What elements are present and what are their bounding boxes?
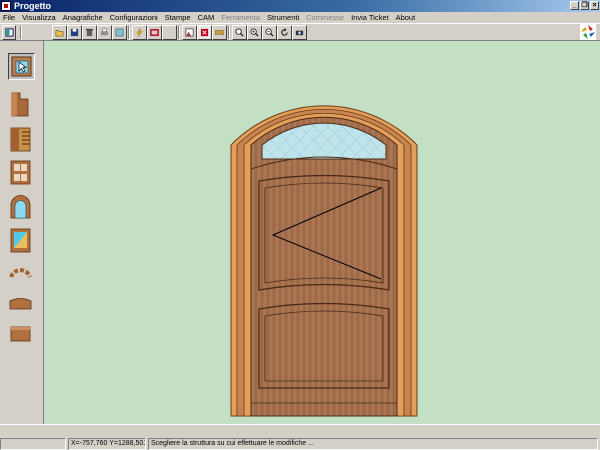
copy-icon	[115, 28, 124, 37]
curved-rail-icon	[9, 298, 32, 310]
zoom-fit-icon	[235, 28, 244, 37]
drawing-canvas[interactable]	[45, 41, 600, 424]
horizontal-scrollbar[interactable]	[0, 424, 600, 438]
print-button[interactable]	[97, 25, 112, 40]
door-leaf	[250, 116, 398, 417]
window-grid-icon	[10, 160, 31, 185]
save-button[interactable]	[67, 25, 82, 40]
status-bar: X=-757,760 Y=1288,501 Scegliere la strut…	[0, 438, 600, 450]
app-icon	[1, 1, 11, 11]
menu-file[interactable]: File	[0, 12, 19, 23]
status-coordinates: X=-757,760 Y=1288,501	[68, 438, 146, 450]
zoom-fit-button[interactable]	[232, 25, 247, 40]
restore-button[interactable]: ❐	[580, 1, 589, 10]
camera-button[interactable]	[292, 25, 307, 40]
blank-button[interactable]	[162, 25, 177, 40]
menu-bar: File Visualizza Anagrafiche Configurazio…	[0, 12, 600, 23]
layout-toggle-button[interactable]	[2, 25, 16, 40]
door-drawing	[230, 105, 418, 417]
frame-profile-icon	[11, 92, 29, 117]
toolbar-separator	[228, 26, 230, 39]
minimize-button[interactable]: _	[570, 1, 579, 10]
glass-panel-icon	[10, 228, 31, 253]
arch-window-tool[interactable]	[8, 193, 35, 220]
joint-profile-tool[interactable]	[8, 126, 35, 153]
status-empty-cell	[0, 438, 66, 450]
frame-red-icon	[150, 29, 159, 36]
toolbar-separator	[20, 26, 22, 39]
arc-piece-icon	[9, 268, 32, 278]
status-message: Scegliere la struttura su cui effettuare…	[148, 438, 598, 450]
arch-window-icon	[10, 195, 31, 219]
refresh-button[interactable]	[277, 25, 292, 40]
tool-panel	[0, 41, 44, 424]
save-icon	[70, 28, 79, 37]
window-title: Progetto	[14, 1, 51, 11]
menu-visualizza[interactable]: Visualizza	[19, 12, 60, 23]
layout-icon	[5, 28, 14, 37]
lightning-button[interactable]	[132, 25, 147, 40]
window-controls: _ ❐ ×	[570, 1, 599, 10]
frame-profile-tool[interactable]	[8, 91, 35, 118]
zoom-out-button[interactable]	[262, 25, 277, 40]
toolbar-separator	[178, 26, 180, 39]
menu-cam[interactable]: CAM	[195, 12, 219, 23]
curved-rail-tool[interactable]	[8, 293, 35, 320]
measure-icon	[215, 30, 224, 35]
zoom-in-button[interactable]	[247, 25, 262, 40]
title-bar: Progetto _ ❐ ×	[0, 0, 600, 12]
delete-button[interactable]	[82, 25, 97, 40]
straight-rail-tool[interactable]	[8, 323, 35, 350]
zoom-in-icon	[250, 28, 259, 37]
image-button[interactable]	[182, 25, 197, 40]
select-tool-icon	[11, 56, 32, 77]
menu-invia-ticket[interactable]: Invia Ticket	[348, 12, 393, 23]
menu-ferramenta: Ferramenta	[221, 13, 261, 22]
menu-anagrafiche[interactable]: Anagrafiche	[60, 12, 107, 23]
open-icon	[55, 30, 64, 37]
menu-configurazioni[interactable]: Configurazioni	[107, 12, 162, 23]
toolbar-separator	[128, 26, 130, 39]
frame-red-button[interactable]	[147, 25, 162, 40]
blank-icon	[165, 28, 174, 37]
menu-about[interactable]: About	[393, 12, 420, 23]
window-grid-tool[interactable]	[8, 159, 35, 186]
open-button[interactable]	[52, 25, 67, 40]
app-logo-icon	[580, 24, 596, 40]
lightning-icon	[136, 28, 143, 37]
print-icon	[100, 28, 109, 36]
zoom-out-icon	[265, 28, 274, 37]
toolbar	[0, 23, 600, 41]
menu-stampe[interactable]: Stampe	[162, 12, 195, 23]
select-tool-button[interactable]	[8, 53, 35, 80]
refresh-icon	[281, 28, 288, 36]
select-red-icon	[200, 28, 209, 37]
image-icon	[185, 28, 194, 37]
measure-button[interactable]	[212, 25, 227, 40]
menu-commesse: Commesse	[306, 13, 345, 22]
arc-piece-tool[interactable]	[8, 262, 35, 289]
copy-button[interactable]	[112, 25, 127, 40]
camera-icon	[295, 30, 304, 36]
close-button[interactable]: ×	[590, 1, 599, 10]
glass-panel-tool[interactable]	[8, 227, 35, 254]
delete-icon	[85, 28, 94, 37]
joint-profile-icon	[10, 127, 31, 152]
menu-strumenti[interactable]: Strumenti	[264, 12, 303, 23]
select-red-button[interactable]	[197, 25, 212, 40]
straight-rail-icon	[10, 326, 31, 342]
